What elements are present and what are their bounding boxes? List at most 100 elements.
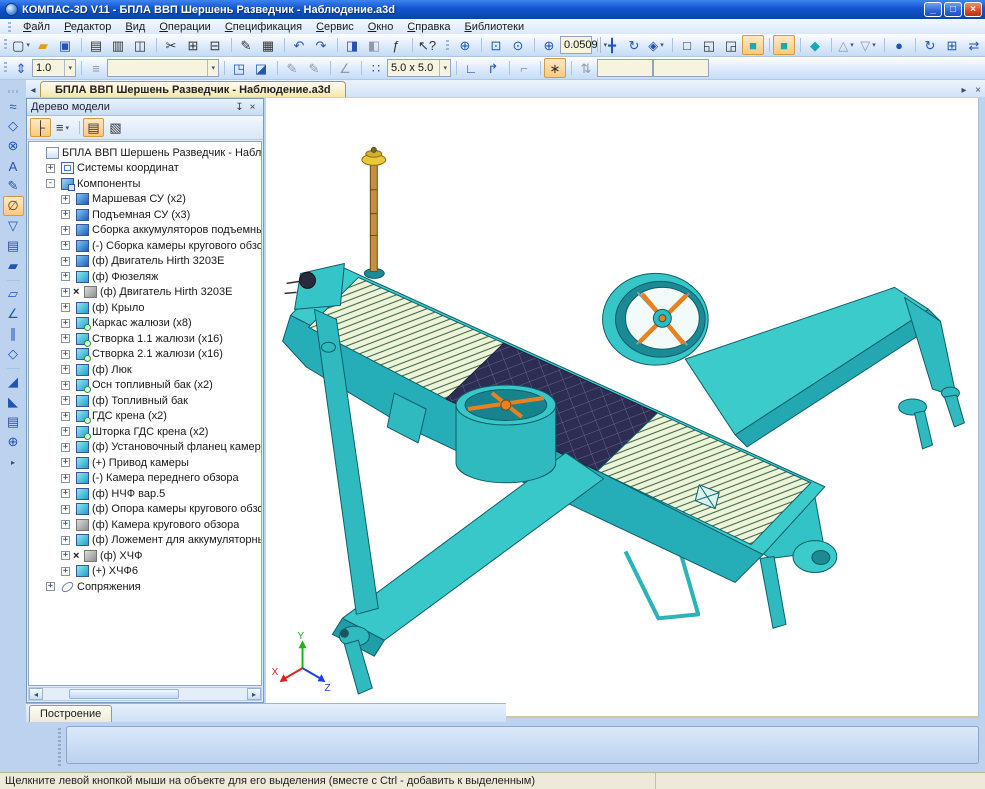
pin-icon[interactable]: ↧ bbox=[233, 101, 246, 114]
refresh-button[interactable]: ⇄ bbox=[963, 35, 985, 55]
menu-item[interactable]: Сервис bbox=[309, 21, 361, 33]
insert-fragment-button[interactable]: ◧ bbox=[363, 35, 385, 55]
save-button[interactable]: ▣ bbox=[54, 35, 76, 55]
dimensions-grid-button[interactable]: ⊞ bbox=[941, 35, 963, 55]
tree-expander[interactable]: + bbox=[61, 551, 70, 560]
tab-scroll-left-button[interactable]: ◂ bbox=[26, 83, 40, 97]
tree-item[interactable]: + (ф) Ложемент для аккумуляторных батаре… bbox=[29, 533, 261, 549]
tree-expander[interactable]: + bbox=[61, 334, 70, 343]
cut-button[interactable]: ✂ bbox=[160, 35, 182, 55]
tree-item[interactable]: + (ф) Люк bbox=[29, 362, 261, 378]
tree-expander[interactable]: + bbox=[61, 226, 70, 235]
orientation-sphere-button[interactable]: ● bbox=[888, 35, 910, 55]
tree-item[interactable]: + Системы координат bbox=[29, 161, 261, 177]
menu-item[interactable]: Окно bbox=[361, 21, 401, 33]
menu-item[interactable]: Справка bbox=[400, 21, 457, 33]
macro-icon[interactable]: ⊕ bbox=[3, 432, 24, 452]
maximize-button[interactable]: □ bbox=[944, 2, 962, 17]
eraser-button[interactable]: ✎ bbox=[281, 58, 303, 78]
zoom-scale-combo[interactable]: 0.0509 bbox=[560, 36, 592, 54]
tree-expander[interactable]: + bbox=[61, 272, 70, 281]
hidden-lines-thin-button[interactable]: ◲ bbox=[720, 35, 742, 55]
3d-viewport-canvas[interactable]: Y X Z bbox=[266, 98, 978, 716]
report-icon[interactable]: ▤ bbox=[3, 236, 24, 256]
paste-button[interactable]: ⊟ bbox=[204, 35, 226, 55]
connection-icon[interactable]: ⊗ bbox=[3, 136, 24, 156]
plane-icon[interactable]: ▱ bbox=[3, 284, 24, 304]
snaps-button[interactable]: ∗ bbox=[544, 58, 566, 78]
tree-expander[interactable]: + bbox=[61, 443, 70, 452]
grid-toggle-button[interactable]: ∷ bbox=[365, 58, 387, 78]
expressions-button[interactable]: ƒ bbox=[385, 35, 407, 55]
sketch-icon[interactable]: ▰ bbox=[3, 256, 24, 276]
tree-item[interactable]: + (ф) ХЧФ bbox=[29, 548, 261, 564]
scroll-left-arrow[interactable]: ◂ bbox=[29, 688, 43, 700]
uav-model[interactable] bbox=[283, 147, 965, 694]
surface-trim-icon[interactable]: ◢ bbox=[3, 372, 24, 392]
plane-angle-icon[interactable]: ∠ bbox=[3, 304, 24, 324]
3d-viewport[interactable]: Y X Z bbox=[266, 98, 979, 718]
close-button[interactable]: × bbox=[964, 2, 982, 17]
ortho-drawing-button[interactable]: ∟ bbox=[460, 58, 482, 78]
context-help-button[interactable]: ↖? bbox=[416, 35, 438, 55]
tree-expander[interactable]: + bbox=[61, 319, 70, 328]
tree-expander[interactable]: + bbox=[61, 365, 70, 374]
tab-close-button[interactable]: × bbox=[971, 83, 985, 97]
tree-expander[interactable]: + bbox=[61, 520, 70, 529]
tree-item[interactable]: + (ф) Фюзеляж bbox=[29, 269, 261, 285]
tree-expander[interactable]: + bbox=[61, 412, 70, 421]
filter-icon[interactable]: ▽ bbox=[3, 216, 24, 236]
rotate-button[interactable]: ↻ bbox=[623, 35, 645, 55]
copy-properties-button[interactable]: ✎ bbox=[235, 35, 257, 55]
shaded-display-button[interactable]: ■ bbox=[742, 35, 764, 55]
print-preview-button[interactable]: ▥ bbox=[107, 35, 129, 55]
tree-item[interactable]: + Шторка ГДС крена (x2) bbox=[29, 424, 261, 440]
grid-step-combo[interactable]: 5.0 x 5.0 bbox=[387, 59, 451, 77]
tree-expander[interactable]: + bbox=[61, 303, 70, 312]
tree-item[interactable]: + Сборка аккумуляторов подъемных двигате… bbox=[29, 223, 261, 239]
tree-item[interactable]: БПЛА ВВП Шершень Разведчик - Наблюдение … bbox=[29, 145, 261, 161]
hidden-lines-button[interactable]: ◱ bbox=[698, 35, 720, 55]
property-bar-grip[interactable] bbox=[58, 728, 61, 766]
tree-expander[interactable]: + bbox=[61, 241, 70, 250]
menu-item[interactable]: Редактор bbox=[57, 21, 118, 33]
tab-scroll-right-button[interactable]: ▸ bbox=[957, 83, 971, 97]
wireframe-button[interactable]: □ bbox=[676, 35, 698, 55]
tree-item[interactable]: + (ф) Крыло bbox=[29, 300, 261, 316]
tree-sections-button[interactable]: ▤ bbox=[83, 118, 104, 137]
coordinate-input-button[interactable]: ⇅ bbox=[575, 58, 597, 78]
tree-expander[interactable]: + bbox=[61, 427, 70, 436]
additional-window-button[interactable]: ▧ bbox=[105, 118, 126, 137]
undo-button[interactable]: ↶ bbox=[288, 35, 310, 55]
tree-expander[interactable]: + bbox=[61, 350, 70, 359]
tree-item[interactable]: + Створка 2.1 жалюзи (x16) bbox=[29, 347, 261, 363]
new-document-button[interactable]: ▢ bbox=[10, 35, 32, 55]
new-sheet-button[interactable]: ◪ bbox=[250, 58, 272, 78]
tab-construction[interactable]: Построение bbox=[29, 705, 112, 722]
spline-icon[interactable]: ≈ bbox=[3, 96, 24, 116]
tree-expander[interactable]: + bbox=[61, 474, 70, 483]
frame-button[interactable]: ◳ bbox=[228, 58, 250, 78]
tree-expander[interactable]: + bbox=[61, 489, 70, 498]
shaded-edges-button[interactable]: ■ bbox=[773, 35, 795, 55]
plane-normal-icon[interactable]: ◇ bbox=[3, 344, 24, 364]
tree-item[interactable]: + Створка 1.1 жалюзи (x16) bbox=[29, 331, 261, 347]
spell-check-icon[interactable]: A bbox=[3, 156, 24, 176]
tree-expander[interactable]: + bbox=[61, 396, 70, 405]
menu-item[interactable]: Библиотеки bbox=[458, 21, 532, 33]
stamp-icon[interactable]: ▤ bbox=[3, 412, 24, 432]
corner-button[interactable]: ⌐ bbox=[513, 58, 535, 78]
minimize-button[interactable]: _ bbox=[924, 2, 942, 17]
tree-item[interactable]: + (ф) НЧФ вар.5 bbox=[29, 486, 261, 502]
tree-item[interactable]: - Компоненты bbox=[29, 176, 261, 192]
document-tab-active[interactable]: БПЛА ВВП Шершень Разведчик - Наблюдение.… bbox=[40, 81, 346, 97]
tree-expander[interactable]: + bbox=[61, 458, 70, 467]
edit-part-icon[interactable]: ✎ bbox=[3, 176, 24, 196]
eraser-alt-button[interactable]: ✎ bbox=[303, 58, 325, 78]
open-document-button[interactable]: ▰ bbox=[32, 35, 54, 55]
tree-expander[interactable]: + bbox=[61, 567, 70, 576]
coord-x-field[interactable] bbox=[597, 59, 653, 77]
tree-item[interactable]: + (ф) Двигатель Hirth 3203E bbox=[29, 285, 261, 301]
tree-item[interactable]: + (-) Сборка камеры кругового обзора в в… bbox=[29, 238, 261, 254]
pan-button[interactable]: ╋ bbox=[601, 35, 623, 55]
